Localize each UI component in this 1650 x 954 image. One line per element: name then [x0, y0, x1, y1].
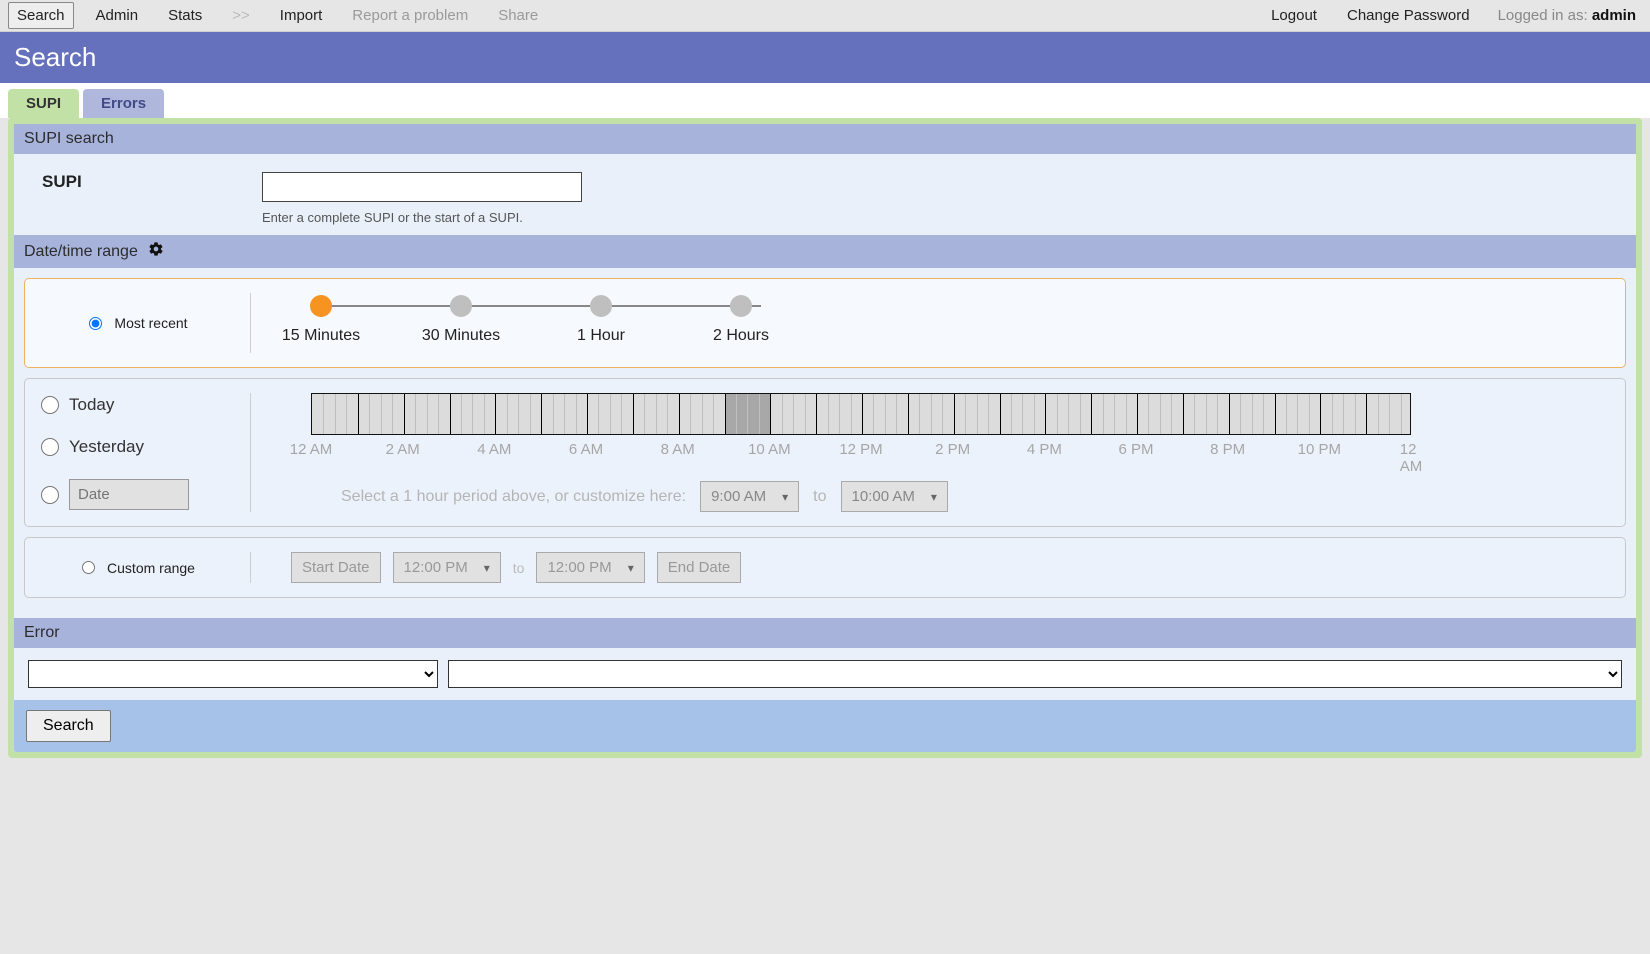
most-recent-slider[interactable]: 15 Minutes30 Minutes1 Hour2 Hours [291, 293, 1609, 353]
timeline-hour-label: 4 PM [1027, 441, 1062, 458]
slider-node[interactable] [590, 295, 612, 317]
chevron-down-icon: ▾ [782, 490, 788, 504]
custom-to-time[interactable]: 12:00 PM ▾ [536, 552, 644, 583]
menu-item-stats[interactable]: Stats [160, 3, 210, 28]
menu-item-report-a-problem: Report a problem [344, 3, 476, 28]
yesterday-label: Yesterday [69, 437, 144, 457]
timeline-hour-label: 6 PM [1118, 441, 1153, 458]
page-header: Search [0, 32, 1650, 83]
radio-most-recent[interactable] [89, 317, 102, 330]
radio-custom[interactable] [82, 561, 95, 574]
supi-input[interactable] [262, 172, 582, 202]
timeline-hour-label: 2 PM [935, 441, 970, 458]
timeline-hour-label: 12 AM [290, 441, 333, 458]
custom-from-time[interactable]: 12:00 PM ▾ [393, 552, 501, 583]
menu-item-search[interactable]: Search [8, 2, 74, 29]
timeline-hour-label: 4 AM [477, 441, 511, 458]
timeline-hour-label: 10 PM [1298, 441, 1341, 458]
menu-item-change-password[interactable]: Change Password [1339, 3, 1478, 28]
to-label: to [513, 560, 525, 576]
slider-label: 30 Minutes [422, 327, 500, 345]
slider-label: 1 Hour [577, 327, 625, 345]
chevron-down-icon: ▾ [484, 561, 490, 575]
radio-today[interactable] [41, 396, 59, 414]
slider-label: 15 Minutes [282, 327, 360, 345]
supi-hint: Enter a complete SUPI or the start of a … [262, 210, 582, 225]
custom-start-date[interactable]: Start Date [291, 552, 381, 583]
gear-icon[interactable] [148, 241, 164, 262]
section-header-datetime: Date/time range [14, 235, 1636, 268]
footer-bar: Search [14, 700, 1636, 752]
section-header-error: Error [14, 618, 1636, 648]
error-body [14, 648, 1636, 700]
radio-yesterday[interactable] [41, 438, 59, 456]
slider-node[interactable] [730, 295, 752, 317]
supi-search-body: SUPI Enter a complete SUPI or the start … [14, 154, 1636, 235]
option-day: Today Yesterday 12 AM2 AM4 AM6 AM8 AM10 [24, 378, 1626, 527]
menu-item-admin[interactable]: Admin [88, 3, 147, 28]
option-most-recent: Most recent 15 Minutes 30 Minutes 1 Hour 2 … [24, 278, 1626, 368]
today-label: Today [69, 395, 114, 415]
slider-node[interactable] [310, 295, 332, 317]
top-menu-bar: Search Admin Stats >> Import Report a problem… [0, 0, 1650, 32]
login-status: Logged in as: admin [1492, 3, 1642, 28]
timeline-hour-label: 12 AM [1400, 441, 1423, 475]
date-input[interactable] [69, 479, 189, 510]
most-recent-label: Most recent [114, 315, 187, 331]
time-from-select[interactable]: 9:00 AM ▾ [700, 481, 799, 512]
option-custom: Custom range Start Date 12:00 PM ▾ to 12… [24, 537, 1626, 598]
chevron-down-icon: ▾ [931, 490, 937, 504]
chevron-down-icon: ▾ [628, 561, 634, 575]
menu-item-share: Share [490, 3, 546, 28]
menu-item--: >> [224, 3, 258, 28]
timeline-hour-label: 12 PM [839, 441, 882, 458]
timeline-hour-label: 8 AM [661, 441, 695, 458]
tab-errors[interactable]: Errors [83, 89, 164, 118]
slider-label: 2 Hours [713, 327, 769, 345]
section-header-supi: SUPI search [14, 124, 1636, 154]
main-panel: SUPI search SUPI Enter a complete SUPI o… [8, 118, 1642, 758]
page-title: Search [14, 42, 96, 72]
timeline-labels: 12 AM2 AM4 AM6 AM8 AM10 AM12 PM2 PM4 PM6… [311, 441, 1411, 463]
custom-end-date[interactable]: End Date [657, 552, 742, 583]
tab-strip: SUPIErrors [0, 83, 1650, 118]
menu-item-logout[interactable]: Logout [1263, 3, 1325, 28]
main-panel-inner: SUPI search SUPI Enter a complete SUPI o… [14, 124, 1636, 752]
timeline-instruction: Select a 1 hour period above, or customi… [341, 488, 686, 506]
radio-date[interactable] [41, 486, 59, 504]
timeline-hour-label: 2 AM [386, 441, 420, 458]
timeline[interactable] [311, 393, 1411, 435]
datetime-options: Most recent 15 Minutes 30 Minutes 1 Hour 2 … [14, 268, 1636, 618]
custom-label: Custom range [107, 560, 195, 576]
error-select-value[interactable] [448, 660, 1622, 688]
menu-item-import[interactable]: Import [272, 3, 331, 28]
supi-field-label: SUPI [42, 172, 232, 192]
slider-node[interactable] [450, 295, 472, 317]
search-button[interactable]: Search [26, 710, 111, 742]
error-select-type[interactable] [28, 660, 438, 688]
time-to-select[interactable]: 10:00 AM ▾ [841, 481, 948, 512]
tab-supi[interactable]: SUPI [8, 89, 79, 118]
to-label: to [813, 488, 826, 506]
timeline-hour-label: 10 AM [748, 441, 791, 458]
timeline-hour-label: 8 PM [1210, 441, 1245, 458]
timeline-hour-label: 6 AM [569, 441, 603, 458]
